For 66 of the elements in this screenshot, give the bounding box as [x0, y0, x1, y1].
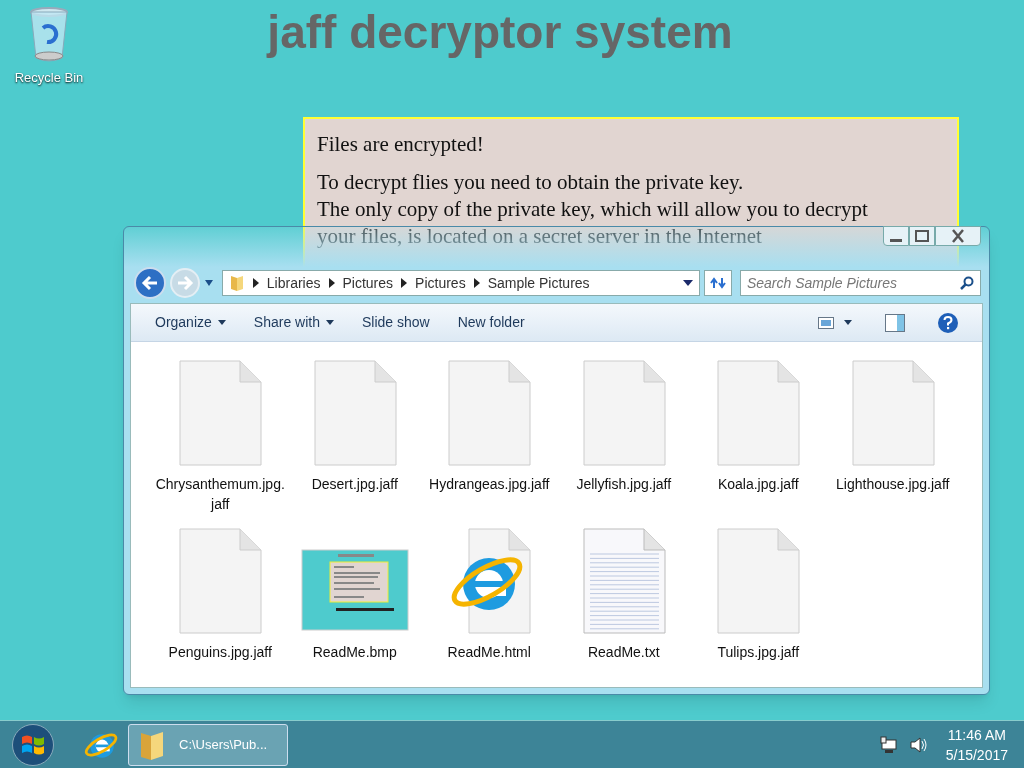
recycle-bin-icon[interactable]	[27, 6, 71, 64]
maximize-button[interactable]	[909, 226, 935, 246]
caret-icon[interactable]	[203, 279, 214, 287]
dropdown-icon[interactable]	[683, 280, 693, 286]
maximize-icon	[915, 230, 929, 242]
folder-icon	[228, 274, 245, 292]
breadcrumb-item[interactable]: Pictures	[342, 272, 394, 294]
forward-arrow-icon	[175, 275, 194, 291]
toolbar-button[interactable]: Slide show	[351, 308, 440, 337]
document-icon	[581, 360, 666, 466]
preview-pane-icon	[885, 313, 905, 332]
note-text: To decrypt flies you need to obtain the private key.	[317, 169, 744, 196]
refresh-button[interactable]	[704, 270, 732, 296]
toolbar-button[interactable]: Share with	[243, 308, 344, 337]
text-document-icon	[581, 528, 666, 634]
clock[interactable]: 11:46 AM 5/15/2017	[945, 724, 1008, 765]
document-icon	[716, 360, 801, 466]
toolbar-button[interactable]: Organize	[145, 308, 236, 337]
file-item[interactable]: Hydrangeas.jpg.jaff	[424, 360, 555, 514]
breadcrumb-item[interactable]: Sample Pictures	[487, 272, 590, 294]
document-icon	[850, 360, 935, 466]
toolbar-button[interactable]: New folder	[447, 308, 535, 337]
document-icon	[716, 528, 801, 634]
note-text: your files, is located on a secret server in the Internet	[317, 223, 762, 250]
chevron-icon	[401, 278, 408, 288]
chevron-icon	[473, 278, 480, 288]
view-icon	[818, 316, 834, 329]
search-icon[interactable]	[960, 276, 974, 290]
caret-icon	[844, 320, 852, 325]
document-icon	[178, 360, 263, 466]
file-item[interactable]: Penguins.jpg.jaff	[155, 528, 286, 662]
file-item[interactable]: Chrysanthemum.jpg.jaff	[155, 360, 286, 514]
minimize-button[interactable]	[883, 226, 909, 246]
file-item[interactable]: Lighthouse.jpg.jaff	[827, 360, 958, 514]
network-icon[interactable]	[879, 735, 900, 754]
note-heading: Files are encrypted!	[317, 131, 485, 158]
address-bar[interactable]: Libraries Pictures Pictures Sample Pictures	[221, 270, 700, 296]
minimize-icon	[890, 238, 902, 242]
file-item[interactable]: Tulips.jpg.jaff	[693, 528, 824, 662]
close-icon	[952, 229, 964, 243]
wallpaper-title: jaff decryptor system	[265, 5, 734, 60]
preview-pane-button[interactable]	[884, 312, 906, 333]
file-item[interactable]: Desert.jpg.jaff	[289, 360, 420, 514]
note-text: The only copy of the private key, which will allow you to decrypt	[317, 196, 868, 223]
document-icon	[178, 528, 263, 634]
speaker-icon[interactable]	[909, 735, 928, 754]
close-button[interactable]	[935, 226, 981, 246]
file-item[interactable]: ReadMe.bmp	[289, 528, 420, 662]
back-button[interactable]	[134, 267, 166, 299]
breadcrumb-item[interactable]: Libraries	[266, 272, 321, 294]
start-button[interactable]	[12, 723, 54, 766]
back-arrow-icon	[140, 275, 159, 291]
breadcrumb-item[interactable]: Pictures	[415, 272, 466, 294]
file-item[interactable]: ReadMe.html	[424, 528, 555, 662]
file-item[interactable]: Jellyfish.jpg.jaff	[558, 360, 689, 514]
windows-logo	[21, 733, 45, 756]
file-item[interactable]: ReadMe.txt	[558, 528, 689, 662]
refresh-icon	[709, 276, 726, 290]
help-button[interactable]	[938, 312, 958, 333]
document-icon	[447, 360, 532, 466]
help-icon	[943, 315, 953, 330]
file-item[interactable]: Koala.jpg.jaff	[693, 360, 824, 514]
search-field[interactable]: Search Sample Pictures	[739, 270, 981, 296]
document-icon	[312, 360, 397, 466]
chevron-icon	[328, 278, 335, 288]
chevron-icon	[252, 278, 259, 288]
